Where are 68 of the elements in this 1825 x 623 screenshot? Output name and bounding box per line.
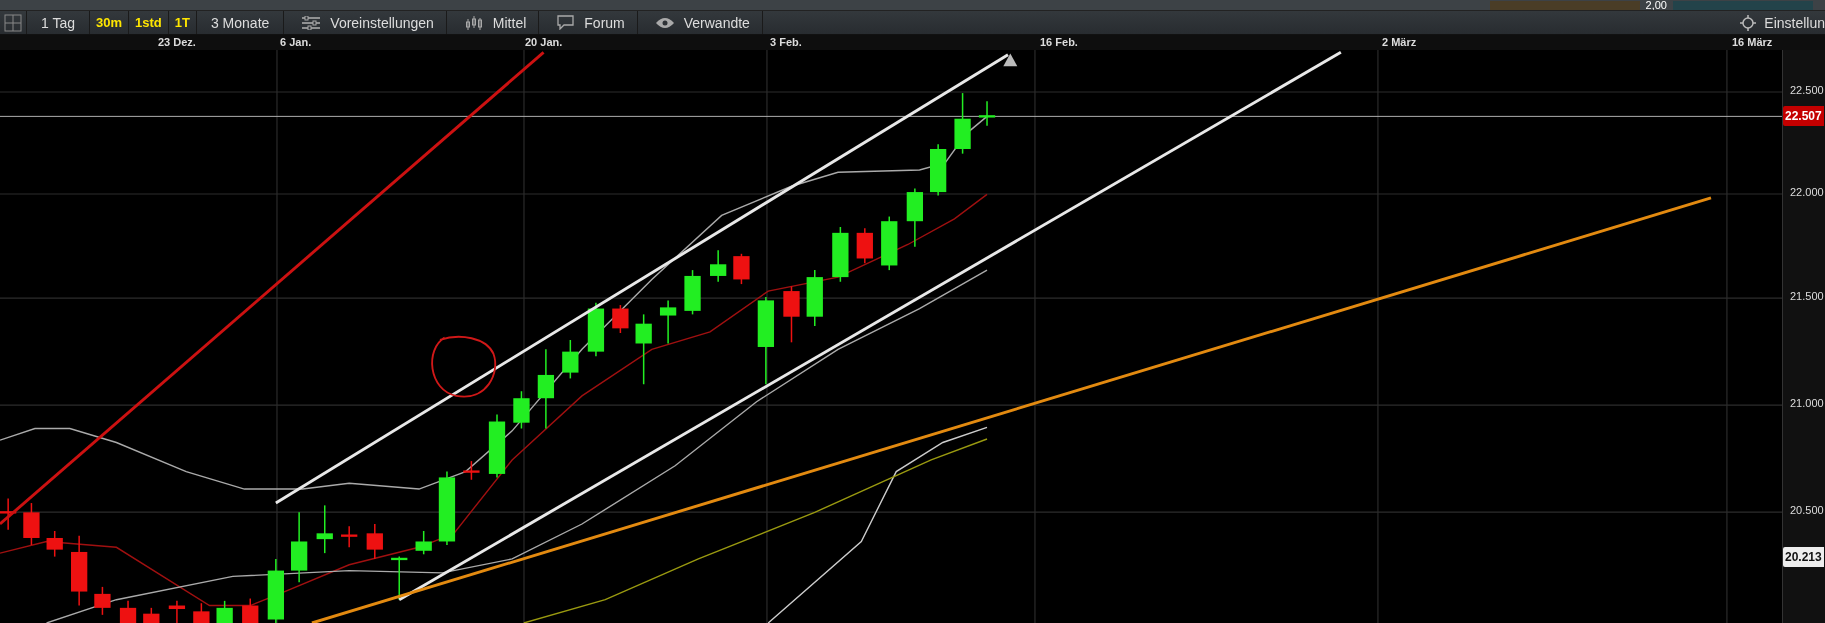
top-value: 2,00 bbox=[1645, 0, 1667, 10]
candlestick bbox=[366, 523, 383, 560]
date-label: 2 März bbox=[1382, 36, 1417, 49]
candlestick bbox=[216, 600, 233, 623]
toolbar-button[interactable]: Forum bbox=[539, 10, 638, 35]
date-label: 23 Dez. bbox=[158, 36, 196, 49]
candlestick bbox=[710, 249, 727, 283]
candlestick bbox=[513, 390, 530, 430]
sliders-icon bbox=[302, 15, 321, 30]
candlestick bbox=[193, 602, 210, 623]
period-button[interactable]: 1 Tag bbox=[27, 10, 90, 35]
date-label: 6 Jan. bbox=[280, 36, 312, 49]
candlestick bbox=[978, 100, 996, 127]
candlestick bbox=[635, 313, 652, 385]
date-label: 16 März bbox=[1732, 36, 1773, 49]
candlestick bbox=[242, 597, 259, 623]
eye-icon bbox=[655, 16, 674, 29]
candlestick bbox=[415, 530, 432, 556]
date-label: 16 Feb. bbox=[1040, 36, 1078, 49]
candlestick bbox=[684, 269, 701, 316]
candlestick bbox=[0, 497, 17, 531]
candlestick bbox=[881, 215, 898, 271]
price-label: 21.000 bbox=[1790, 397, 1824, 409]
settings-icon bbox=[1740, 14, 1757, 31]
candlestick bbox=[488, 413, 506, 479]
candlestick bbox=[46, 530, 63, 558]
candlestick bbox=[168, 600, 186, 623]
period-button[interactable]: 3 Monate bbox=[196, 10, 285, 35]
candlestick bbox=[341, 525, 358, 549]
price-label: 22.000 bbox=[1790, 186, 1824, 198]
candlestick bbox=[954, 92, 971, 155]
candlestick bbox=[906, 187, 923, 248]
toolbar-button[interactable]: Verwandte bbox=[637, 10, 763, 35]
toolbar-button[interactable]: Mittel bbox=[446, 10, 540, 35]
date-label: 3 Feb. bbox=[770, 36, 802, 49]
candlestick bbox=[291, 511, 308, 583]
candlestick bbox=[783, 285, 800, 344]
candlestick bbox=[806, 269, 823, 327]
candlestick bbox=[143, 607, 160, 623]
candlestick-icon bbox=[464, 14, 483, 31]
candlestick bbox=[832, 226, 849, 283]
settings-button[interactable]: Einstellun bbox=[1726, 10, 1825, 35]
toolbar-button[interactable]: Voreinstellungen bbox=[284, 10, 447, 35]
price-label: 21.500 bbox=[1790, 290, 1824, 302]
triangle-icon[interactable] bbox=[1003, 53, 1018, 67]
candlestick bbox=[94, 586, 111, 616]
candlestick bbox=[267, 558, 284, 623]
candlestick bbox=[463, 460, 480, 481]
candlestick bbox=[856, 227, 873, 264]
date-label: 20 Jan. bbox=[525, 36, 563, 49]
candlestick bbox=[562, 339, 579, 380]
interval-button[interactable]: 1T bbox=[168, 10, 197, 35]
candlestick bbox=[23, 502, 40, 546]
last-price-tag: 22.507 bbox=[1783, 106, 1824, 126]
candlestick bbox=[659, 299, 677, 345]
speech-bubble-icon bbox=[557, 15, 575, 31]
candlestick bbox=[316, 504, 333, 554]
candlestick bbox=[930, 143, 947, 197]
candlestick bbox=[612, 304, 629, 334]
price-label: 20.500 bbox=[1790, 504, 1824, 516]
candlestick bbox=[391, 555, 408, 601]
price-marker-tag: 20.213 bbox=[1783, 547, 1824, 567]
price-label: 22.500 bbox=[1790, 84, 1824, 96]
candlestick bbox=[733, 253, 750, 285]
candlestick bbox=[587, 301, 605, 358]
interval-button[interactable]: 1std bbox=[129, 10, 169, 35]
candlestick bbox=[119, 600, 137, 623]
interval-button[interactable]: 30m bbox=[90, 10, 130, 35]
